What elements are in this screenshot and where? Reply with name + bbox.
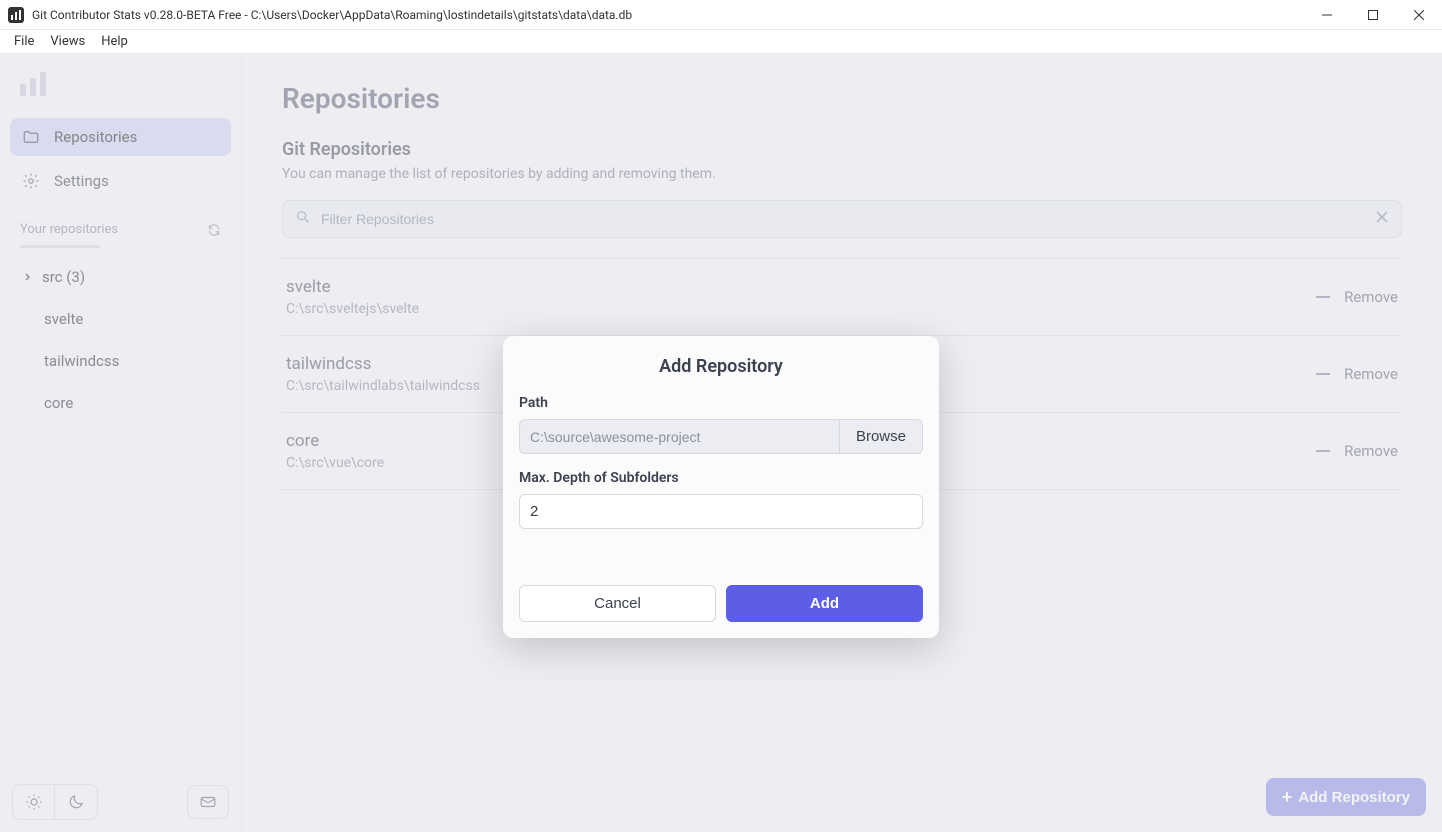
progress-indicator xyxy=(20,245,100,248)
titlebar: Git Contributor Stats v0.28.0-BETA Free … xyxy=(0,0,1442,30)
path-label: Path xyxy=(519,395,923,411)
remove-label: Remove xyxy=(1344,288,1398,306)
section-title: Git Repositories xyxy=(282,139,1402,160)
dialog-title: Add Repository xyxy=(519,356,923,377)
remove-button[interactable]: Remove xyxy=(1316,442,1398,460)
gear-icon xyxy=(22,172,40,190)
path-input[interactable] xyxy=(519,419,839,454)
page-title: Repositories xyxy=(282,82,1402,115)
minimize-button[interactable] xyxy=(1304,0,1350,30)
folder-icon xyxy=(22,128,40,146)
tree-item-label: tailwindcss xyxy=(44,352,119,370)
menu-views[interactable]: Views xyxy=(42,32,93,51)
app-icon xyxy=(8,7,24,23)
tree-item-label: svelte xyxy=(44,310,83,328)
minus-icon xyxy=(1316,296,1330,298)
tree-folder-src[interactable]: src (3) xyxy=(8,258,233,296)
remove-label: Remove xyxy=(1344,365,1398,383)
add-repository-button[interactable]: + Add Repository xyxy=(1266,778,1426,816)
sun-icon xyxy=(25,793,43,811)
remove-button[interactable]: Remove xyxy=(1316,365,1398,383)
add-repository-label: Add Repository xyxy=(1298,789,1410,806)
maximize-button[interactable] xyxy=(1350,0,1396,30)
refresh-icon[interactable] xyxy=(207,223,221,237)
repo-path: C:\src\sveltejs\svelte xyxy=(286,301,1316,317)
tree-item-label: core xyxy=(44,394,73,412)
repo-row: svelte C:\src\sveltejs\svelte Remove xyxy=(282,259,1402,336)
window-title: Git Contributor Stats v0.28.0-BETA Free … xyxy=(32,8,1304,22)
nav-repositories[interactable]: Repositories xyxy=(10,118,231,156)
mail-button[interactable] xyxy=(187,785,229,819)
tree-item-tailwindcss[interactable]: tailwindcss xyxy=(8,342,233,380)
nav-repositories-label: Repositories xyxy=(54,128,137,146)
filter-repositories xyxy=(282,200,1402,238)
browse-button[interactable]: Browse xyxy=(839,419,923,454)
moon-icon xyxy=(67,793,85,811)
remove-button[interactable]: Remove xyxy=(1316,288,1398,306)
minus-icon xyxy=(1316,450,1330,452)
add-button[interactable]: Add xyxy=(726,585,923,622)
search-icon xyxy=(295,209,311,229)
depth-input[interactable] xyxy=(519,494,923,529)
close-button[interactable] xyxy=(1396,0,1442,30)
nav-settings-label: Settings xyxy=(54,172,109,190)
sidebar: Repositories Settings Your repositories … xyxy=(0,54,242,832)
logo-icon xyxy=(0,54,241,110)
depth-label: Max. Depth of Subfolders xyxy=(519,470,923,486)
nav-settings[interactable]: Settings xyxy=(10,162,231,200)
section-description: You can manage the list of repositories … xyxy=(282,166,1402,182)
clear-icon[interactable] xyxy=(1375,210,1389,228)
cancel-button[interactable]: Cancel xyxy=(519,585,716,622)
repo-name: svelte xyxy=(286,277,1316,297)
menu-help[interactable]: Help xyxy=(93,32,136,51)
theme-light-button[interactable] xyxy=(13,785,55,819)
remove-label: Remove xyxy=(1344,442,1398,460)
filter-input[interactable] xyxy=(321,211,1375,227)
tree-item-svelte[interactable]: svelte xyxy=(8,300,233,338)
menu-file[interactable]: File xyxy=(6,32,42,51)
theme-toggle xyxy=(12,784,98,820)
chevron-right-icon xyxy=(23,272,33,282)
minus-icon xyxy=(1316,373,1330,375)
theme-dark-button[interactable] xyxy=(55,785,97,819)
add-repository-dialog: Add Repository Path Browse Max. Depth of… xyxy=(503,336,939,638)
menubar: File Views Help xyxy=(0,30,1442,54)
tree-item-core[interactable]: core xyxy=(8,384,233,422)
plus-icon: + xyxy=(1282,788,1293,806)
tree-folder-label: src (3) xyxy=(42,268,85,286)
your-repositories-label: Your repositories xyxy=(20,222,207,237)
mail-icon xyxy=(199,793,217,811)
